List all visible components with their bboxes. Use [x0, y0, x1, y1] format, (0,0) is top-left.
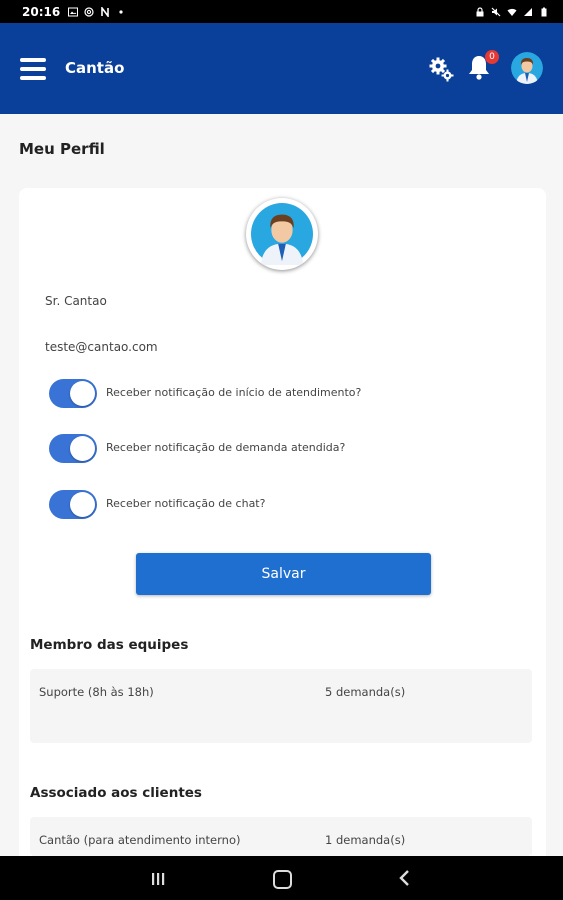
clients-list: Cantão (para atendimento interno) 1 dema… — [30, 817, 532, 856]
toggle-chat-notification[interactable] — [49, 490, 97, 519]
toggle-start-notification-label: Receber notificação de início de atendim… — [106, 386, 362, 399]
mute-icon — [491, 7, 501, 16]
user-avatar[interactable] — [511, 52, 543, 84]
back-icon[interactable] — [398, 869, 410, 887]
battery-icon — [541, 7, 547, 16]
team-demand-count: 5 demanda(s) — [325, 685, 406, 699]
user-avatar-icon — [511, 52, 543, 84]
profile-avatar-icon — [251, 203, 313, 265]
recents-icon[interactable] — [150, 871, 166, 887]
profile-avatar[interactable] — [246, 198, 318, 270]
profile-card — [19, 188, 546, 888]
hamburger-menu-icon[interactable] — [20, 58, 46, 80]
dot-icon — [119, 9, 123, 14]
notification-count-badge: 0 — [485, 50, 499, 64]
page-title: Meu Perfil — [19, 140, 105, 158]
toggle-start-notification[interactable] — [49, 379, 97, 408]
at-sign-icon — [84, 6, 94, 17]
status-time: 20:16 — [22, 4, 61, 19]
signal-icon — [524, 7, 532, 16]
teams-list: Suporte (8h às 18h) 5 demanda(s) — [30, 669, 532, 743]
status-bar: 20:16 — [0, 0, 563, 23]
client-name: Cantão (para atendimento interno) — [39, 833, 241, 847]
team-name: Suporte (8h às 18h) — [39, 685, 154, 699]
client-demand-count: 1 demanda(s) — [325, 833, 406, 847]
toggle-chat-notification-label: Receber notificação de chat? — [106, 497, 266, 510]
status-left-icons — [68, 6, 126, 17]
profile-name: Sr. Cantao — [45, 294, 107, 308]
wifi-icon — [507, 8, 517, 16]
profile-email: teste@cantao.com — [45, 340, 158, 354]
home-icon[interactable] — [273, 870, 292, 889]
teams-section-title: Membro das equipes — [30, 637, 189, 653]
toggle-demand-notification-label: Receber notificação de demanda atendida? — [106, 441, 346, 454]
settings-gears-icon[interactable] — [428, 56, 454, 82]
save-button[interactable]: Salvar — [136, 553, 431, 595]
system-nav-bar — [0, 856, 563, 900]
status-right-icons — [475, 6, 549, 17]
app-title: Cantão — [65, 59, 125, 77]
toggle-demand-notification[interactable] — [49, 434, 97, 463]
app-header: Cantão 0 — [0, 23, 563, 114]
image-icon — [68, 7, 79, 16]
clients-section-title: Associado aos clientes — [30, 785, 202, 801]
lock-icon — [476, 6, 484, 16]
n-icon — [101, 6, 110, 17]
